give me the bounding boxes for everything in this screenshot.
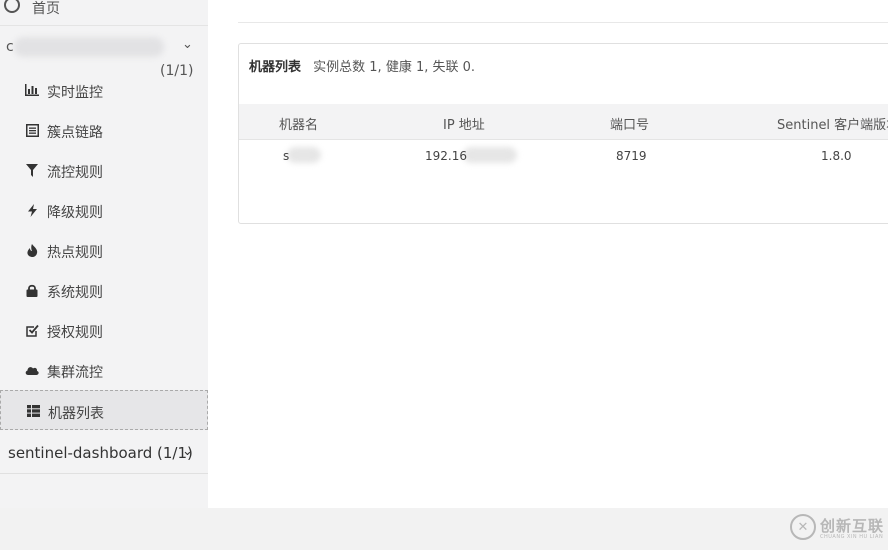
sidebar-item-cluster-flow[interactable]: 集群流控 [0,350,208,390]
machine-list-panel: 机器列表 实例总数 1, 健康 1, 失联 0. 机器名 IP 地址 端口号 S… [238,43,888,224]
footer [0,508,888,550]
main-content: 机器列表 实例总数 1, 健康 1, 失联 0. 机器名 IP 地址 端口号 S… [208,0,888,508]
chevron-down-icon[interactable]: ⌄ [182,444,193,459]
column-header-ip: IP 地址 [443,118,485,133]
filter-icon [24,162,40,178]
sidebar-item-label: 流控规则 [47,165,103,181]
cloud-icon [24,362,40,378]
sidebar: 首页 c ⌄ (1/1) 实时监控 簇点链路 流控规则 降级规则 热点规则 系统… [0,0,208,508]
th-list-icon [25,403,41,419]
cell-machine: s [283,149,290,163]
watermark-brand: 创新互联 [820,517,885,535]
sidebar-item-hotspot-rules[interactable]: 热点规则 [0,230,208,270]
logo-mark-icon: ✕ [790,514,816,540]
table-row: s 192.16 8719 1.8.0 [239,141,888,171]
app-group-name: c [6,39,14,55]
cell-ip: 192.16 [425,149,467,163]
cell-port: 8719 [616,149,647,163]
panel-header: 机器列表 实例总数 1, 健康 1, 失联 0. [249,56,475,75]
chevron-down-icon[interactable]: ⌄ [182,37,193,52]
app-group-name: sentinel-dashboard (1/1) [8,444,193,462]
sidebar-item-label: 降级规则 [47,205,103,221]
fire-icon [24,242,40,258]
bar-chart-icon [24,82,40,98]
watermark-logo: ✕ 创新互联 CHUANG XIN HU LIAN [790,512,888,546]
redacted-ip [463,147,517,163]
sidebar-item-label: 集群流控 [47,365,103,381]
sidebar-item-auth-rules[interactable]: 授权规则 [0,310,208,350]
sidebar-item-label: 授权规则 [47,325,103,341]
nav-home[interactable]: 首页 [0,0,208,26]
app-group-sentinel-dashboard[interactable]: sentinel-dashboard (1/1) ⌄ [0,432,208,474]
watermark-sub: CHUANG XIN HU LIAN [820,534,884,540]
sidebar-item-label: 热点规则 [47,245,103,261]
sidebar-item-label: 簇点链路 [47,125,103,141]
redacted-machine-name [287,147,321,163]
divider [238,22,888,23]
cell-version: 1.8.0 [821,149,852,163]
list-icon [24,122,40,138]
nav-home-label: 首页 [32,1,60,17]
panel-title: 机器列表 [249,60,302,75]
sidebar-item-degrade-rules[interactable]: 降级规则 [0,190,208,230]
sidebar-item-flow-rules[interactable]: 流控规则 [0,150,208,190]
dashboard-icon [4,0,20,13]
column-header-version: Sentinel 客户端版本 [777,118,888,133]
sidebar-item-label: 系统规则 [47,285,103,301]
lock-icon [24,282,40,298]
sidebar-item-label: 实时监控 [47,85,103,101]
check-square-icon [24,322,40,338]
sidebar-item-realtime-monitor[interactable]: 实时监控 [0,70,208,110]
sidebar-item-label: 机器列表 [48,406,104,422]
table-header: 机器名 IP 地址 端口号 Sentinel 客户端版本 [239,104,888,140]
app-subnav: 实时监控 簇点链路 流控规则 降级规则 热点规则 系统规则 授权规则 集群流控 … [0,70,208,430]
redacted-app-name [14,37,164,57]
column-header-port: 端口号 [610,118,650,133]
sidebar-item-system-rules[interactable]: 系统规则 [0,270,208,310]
sidebar-item-machine-list[interactable]: 机器列表 [0,390,208,430]
flash-icon [24,202,40,218]
sidebar-item-cluster-chain[interactable]: 簇点链路 [0,110,208,150]
instance-summary: 实例总数 1, 健康 1, 失联 0. [313,60,476,75]
column-header-machine: 机器名 [279,118,319,133]
